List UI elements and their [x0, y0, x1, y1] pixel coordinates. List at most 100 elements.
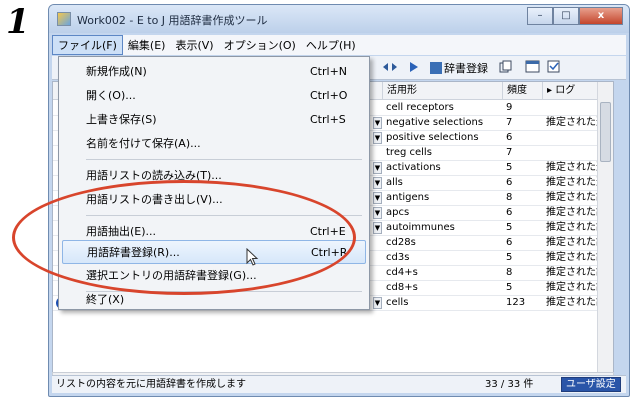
cell-note [546, 101, 598, 116]
menu-item-label: 終了(X) [86, 293, 125, 306]
row-dropdown-icon[interactable]: ▼ [373, 132, 382, 144]
cell-conjugation: activations [386, 162, 441, 173]
cell-conjugation: cd8+s [386, 282, 418, 293]
cell-frequency: 6 [506, 207, 513, 218]
cell-frequency: 6 [506, 177, 513, 188]
cell-conjugation: negative selections [386, 117, 484, 128]
menu-view[interactable]: 表示(V) [170, 36, 218, 54]
highlight-ellipse [12, 180, 356, 295]
cell-note: 推定された選 [546, 162, 598, 173]
row-dropdown-icon[interactable]: ▼ [373, 222, 382, 234]
cell-note [546, 131, 598, 146]
window-title: Work002 - E to J 用語辞書作成ツール [77, 14, 268, 27]
column-header-note[interactable]: ▸ ログ [543, 82, 599, 100]
row-dropdown-icon[interactable]: ▼ [373, 192, 382, 204]
menu-item-label: 開く(O)... [86, 89, 136, 102]
status-text: リストの内容を元に用語辞書を作成します [56, 379, 246, 390]
menu-edit[interactable]: 編集(E) [123, 36, 171, 54]
cell-frequency: 7 [506, 117, 513, 128]
cell-conjugation: cell receptors [386, 102, 454, 113]
vertical-scrollbar[interactable] [597, 82, 613, 372]
copy-glyph [499, 60, 512, 73]
row-dropdown-icon[interactable]: ▼ [373, 207, 382, 219]
cell-note: 推定された訳 [546, 207, 598, 218]
menu-item-open[interactable]: 開く(O)... Ctrl+O [62, 84, 366, 108]
cell-conjugation: cd4+s [386, 267, 418, 278]
status-bar: リストの内容を元に用語辞書を作成します 33 / 33 件 ユーザ設定 [52, 375, 626, 393]
minimize-button[interactable]: – [527, 7, 553, 25]
cell-note: 推定された訳 [546, 252, 598, 263]
step-number: 1 [6, 2, 30, 42]
play-glyph [410, 62, 418, 72]
window-glyph [525, 60, 540, 73]
cell-note: 推定された訳 [546, 267, 598, 278]
cell-frequency: 5 [506, 282, 513, 293]
row-dropdown-icon[interactable]: ▼ [373, 177, 382, 189]
split-view-glyph [383, 63, 397, 71]
menu-separator [86, 159, 362, 160]
menu-file[interactable]: ファイル(F) [52, 35, 123, 55]
column-header-frequency[interactable]: 頻度 [503, 82, 543, 100]
row-dropdown-icon[interactable]: ▼ [373, 117, 382, 129]
cell-frequency: 123 [506, 297, 526, 308]
close-button[interactable]: x [579, 7, 623, 25]
cell-note: 推定された選 [546, 177, 598, 188]
cell-frequency: 7 [506, 147, 513, 158]
window-icon[interactable] [525, 60, 541, 77]
cell-frequency: 8 [506, 192, 513, 203]
row-dropdown-icon[interactable]: ▼ [373, 162, 382, 174]
cell-conjugation: alls [386, 177, 403, 188]
cell-conjugation: cd3s [386, 252, 410, 263]
menu-bar: ファイル(F) 編集(E) 表示(V) オプション(O) ヘルプ(H) [52, 35, 626, 55]
dictionary-icon [430, 62, 442, 74]
user-settings-button[interactable]: ユーザ設定 [561, 377, 621, 392]
maximize-button[interactable]: □ [553, 7, 579, 25]
cell-conjugation: cd28s [386, 237, 416, 248]
cell-note: 推定された訳 [546, 222, 598, 233]
menu-item-shortcut: Ctrl+N [310, 65, 348, 78]
cell-note [546, 146, 598, 161]
menu-item-label: 名前を付けて保存(A)... [86, 137, 201, 150]
cell-frequency: 6 [506, 132, 513, 143]
menu-item-shortcut: Ctrl+S [310, 113, 346, 126]
cell-conjugation: positive selections [386, 132, 479, 143]
register-dictionary-button[interactable]: 辞書登録 [430, 60, 488, 76]
cell-note: 推定された訳 [546, 192, 598, 203]
split-view-icon[interactable] [382, 60, 398, 77]
menu-item-new[interactable]: 新規作成(N) Ctrl+N [62, 60, 366, 84]
menu-item-label: 上書き保存(S) [86, 113, 157, 126]
row-dropdown-icon[interactable]: ▼ [373, 297, 382, 309]
cell-frequency: 5 [506, 222, 513, 233]
status-count: 33 / 33 件 [485, 379, 534, 390]
cell-conjugation: cells [386, 297, 409, 308]
column-header-note-label: ログ [555, 85, 576, 96]
copy-icon[interactable] [499, 60, 513, 77]
cell-frequency: 8 [506, 267, 513, 278]
cell-conjugation: antigens [386, 192, 430, 203]
cell-note: 推定された訳 [546, 297, 598, 308]
app-icon [57, 12, 71, 26]
cell-frequency: 5 [506, 252, 513, 263]
play-icon[interactable] [408, 60, 420, 77]
cell-conjugation: apcs [386, 207, 410, 218]
menu-item-save[interactable]: 上書き保存(S) Ctrl+S [62, 108, 366, 132]
column-header-conjugation[interactable]: 活用形 [383, 82, 503, 100]
register-label: 辞書登録 [444, 62, 488, 75]
cell-frequency: 5 [506, 162, 513, 173]
menu-item-label: 新規作成(N) [86, 65, 147, 78]
cell-note: 推定された訳 [546, 282, 598, 293]
checkbox-icon[interactable] [547, 60, 561, 77]
cell-note: 推定された選 [546, 117, 598, 128]
cell-conjugation: treg cells [386, 147, 432, 158]
window-controls: – □ x [527, 7, 623, 25]
cell-frequency: 6 [506, 237, 513, 248]
title-bar: Work002 - E to J 用語辞書作成ツール – □ x [49, 5, 629, 33]
menu-item-save-as[interactable]: 名前を付けて保存(A)... [62, 132, 366, 156]
checkbox-glyph [547, 60, 560, 73]
menu-help[interactable]: ヘルプ(H) [301, 36, 361, 54]
vertical-scroll-thumb[interactable] [600, 102, 611, 162]
menu-options[interactable]: オプション(O) [219, 36, 301, 54]
cell-note: 推定された訳 [546, 237, 598, 248]
menu-item-shortcut: Ctrl+O [310, 89, 348, 102]
cell-conjugation: autoimmunes [386, 222, 455, 233]
